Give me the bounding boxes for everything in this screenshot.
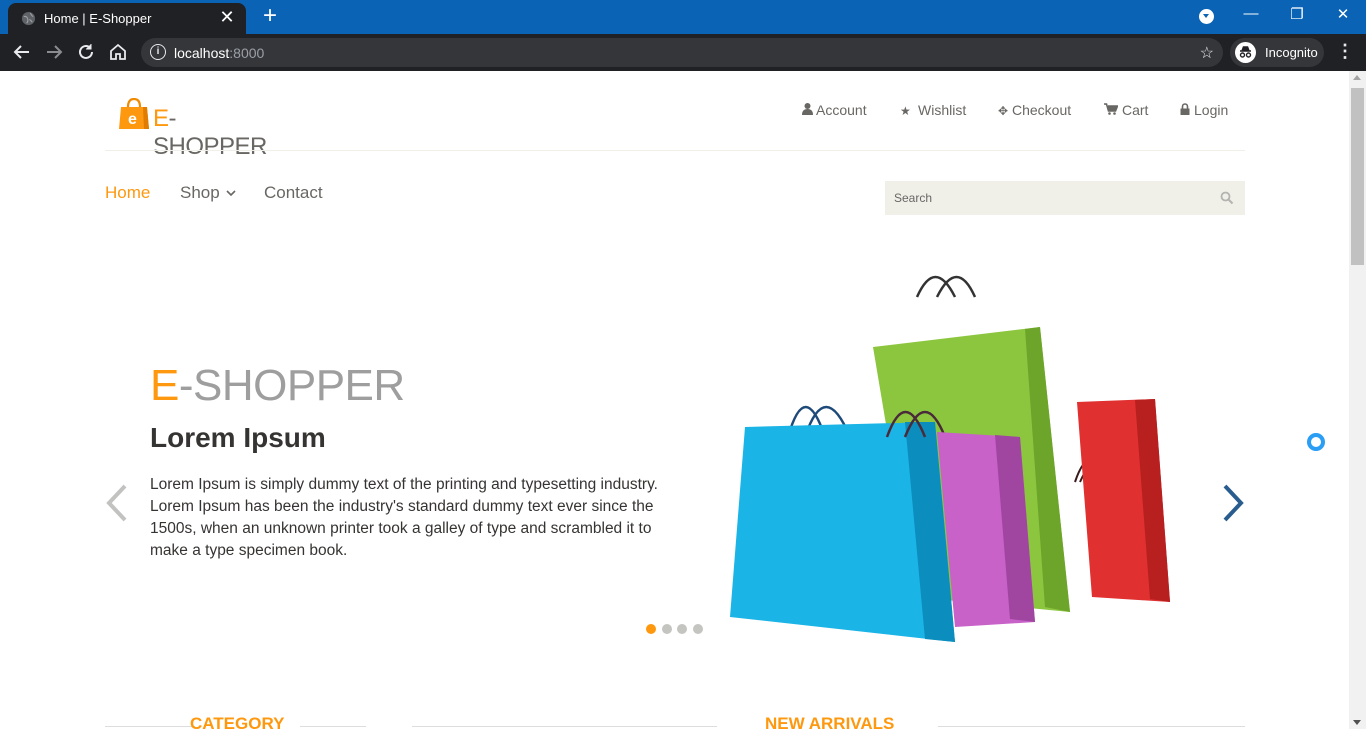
tab-search-icon[interactable] bbox=[1199, 9, 1214, 24]
browser-toolbar: i localhost:8000 ☆ Incognito ⋮ bbox=[0, 34, 1366, 71]
incognito-icon bbox=[1235, 42, 1256, 63]
category-line-right bbox=[300, 726, 366, 727]
lock-icon bbox=[1180, 103, 1194, 118]
nav-login-label: Login bbox=[1194, 102, 1229, 118]
browser-menu-icon[interactable]: ⋮ bbox=[1336, 41, 1354, 62]
svg-text:e: e bbox=[128, 111, 137, 128]
incognito-label: Incognito bbox=[1265, 45, 1318, 60]
menu-shop-link[interactable]: Shop bbox=[180, 183, 237, 203]
nav-account-link[interactable]: Account bbox=[802, 102, 867, 118]
page-scrollbar[interactable] bbox=[1349, 71, 1366, 729]
page-content: e E-SHOPPER Account ★ Wishlist ✥ Checkout … bbox=[0, 71, 1349, 729]
slide-text: Lorem Ipsum is simply dummy text of the … bbox=[150, 476, 658, 559]
star-icon: ★ bbox=[900, 104, 911, 118]
url-text: localhost:8000 bbox=[174, 45, 264, 61]
crosshairs-icon: ✥ bbox=[998, 104, 1009, 118]
shopping-bag-logo-icon: e bbox=[119, 98, 149, 129]
arrivals-line-right bbox=[938, 726, 1245, 727]
site-info-icon[interactable]: i bbox=[150, 44, 166, 60]
tab-title: Home | E-Shopper bbox=[44, 11, 152, 26]
slider-next-arrow-icon[interactable] bbox=[1221, 484, 1245, 522]
menu-shop-label: Shop bbox=[180, 183, 220, 202]
scroll-down-icon[interactable] bbox=[1353, 720, 1361, 725]
slider-prev-arrow-icon[interactable] bbox=[105, 484, 129, 522]
new-arrivals-heading: NEW ARRIVALS bbox=[765, 714, 895, 729]
logo-text: E-SHOPPER bbox=[153, 105, 269, 161]
slider-dot-2[interactable] bbox=[662, 624, 672, 634]
bookmark-star-icon[interactable]: ☆ bbox=[1200, 43, 1214, 63]
menu-contact-link[interactable]: Contact bbox=[264, 183, 323, 203]
new-tab-button[interactable]: + bbox=[258, 4, 282, 28]
category-heading: CATEGORY bbox=[190, 714, 285, 729]
browser-tab[interactable]: Home | E-Shopper ✕ bbox=[8, 3, 246, 34]
slide-brand-rest: -SHOPPER bbox=[178, 361, 405, 410]
nav-wishlist-link[interactable]: ★ Wishlist bbox=[900, 102, 966, 118]
logo-brand-prefix: E bbox=[153, 105, 169, 132]
incognito-profile-button[interactable]: Incognito bbox=[1230, 38, 1324, 67]
search-input[interactable] bbox=[885, 181, 1207, 215]
slider-dot-1[interactable] bbox=[646, 624, 656, 634]
chevron-down-icon bbox=[226, 190, 237, 197]
reload-icon[interactable] bbox=[74, 40, 98, 64]
search-icon[interactable] bbox=[1220, 191, 1234, 205]
header-divider bbox=[105, 150, 1245, 151]
arrivals-line-left bbox=[412, 726, 717, 727]
nav-wishlist-label: Wishlist bbox=[918, 102, 967, 118]
nav-checkout-link[interactable]: ✥ Checkout bbox=[998, 102, 1071, 118]
scroll-up-icon[interactable] bbox=[1353, 75, 1361, 80]
logo-brand-rest: -SHOPPER bbox=[153, 105, 267, 160]
forward-icon[interactable] bbox=[42, 40, 66, 64]
home-icon[interactable] bbox=[106, 40, 130, 64]
address-bar[interactable]: i localhost:8000 ☆ bbox=[141, 38, 1223, 67]
browser-tab-bar: Home | E-Shopper ✕ + — ❐ ✕ bbox=[0, 0, 1366, 34]
nav-account-label: Account bbox=[816, 102, 867, 118]
slide-title: Lorem Ipsum bbox=[150, 422, 326, 453]
window-close-icon[interactable]: ✕ bbox=[1328, 5, 1358, 23]
shopping-bags-image bbox=[730, 275, 1170, 642]
globe-icon bbox=[21, 11, 36, 26]
close-tab-icon[interactable]: ✕ bbox=[217, 7, 237, 28]
nav-login-link[interactable]: Login bbox=[1180, 102, 1228, 118]
cart-icon bbox=[1104, 103, 1122, 118]
back-icon[interactable] bbox=[10, 40, 34, 64]
user-icon bbox=[802, 103, 816, 118]
scrollbar-thumb[interactable] bbox=[1351, 88, 1364, 265]
nav-cart-label: Cart bbox=[1122, 102, 1149, 118]
search-box bbox=[885, 181, 1245, 215]
nav-cart-link[interactable]: Cart bbox=[1104, 102, 1148, 118]
slider-dot-4[interactable] bbox=[693, 624, 703, 634]
restore-icon[interactable]: ❐ bbox=[1282, 5, 1312, 23]
url-port: :8000 bbox=[229, 45, 265, 61]
nav-checkout-label: Checkout bbox=[1012, 102, 1072, 118]
url-host: localhost bbox=[174, 45, 230, 61]
slide-brand: E-SHOPPER bbox=[150, 361, 405, 411]
slider-dot-3[interactable] bbox=[677, 624, 687, 634]
category-line-left bbox=[105, 726, 195, 727]
menu-home-link[interactable]: Home bbox=[105, 183, 150, 203]
minimize-icon[interactable]: — bbox=[1236, 5, 1266, 22]
feedback-widget-icon[interactable] bbox=[1307, 433, 1325, 451]
slide-brand-prefix: E bbox=[150, 361, 179, 410]
site-logo[interactable]: e E-SHOPPER bbox=[119, 92, 269, 160]
